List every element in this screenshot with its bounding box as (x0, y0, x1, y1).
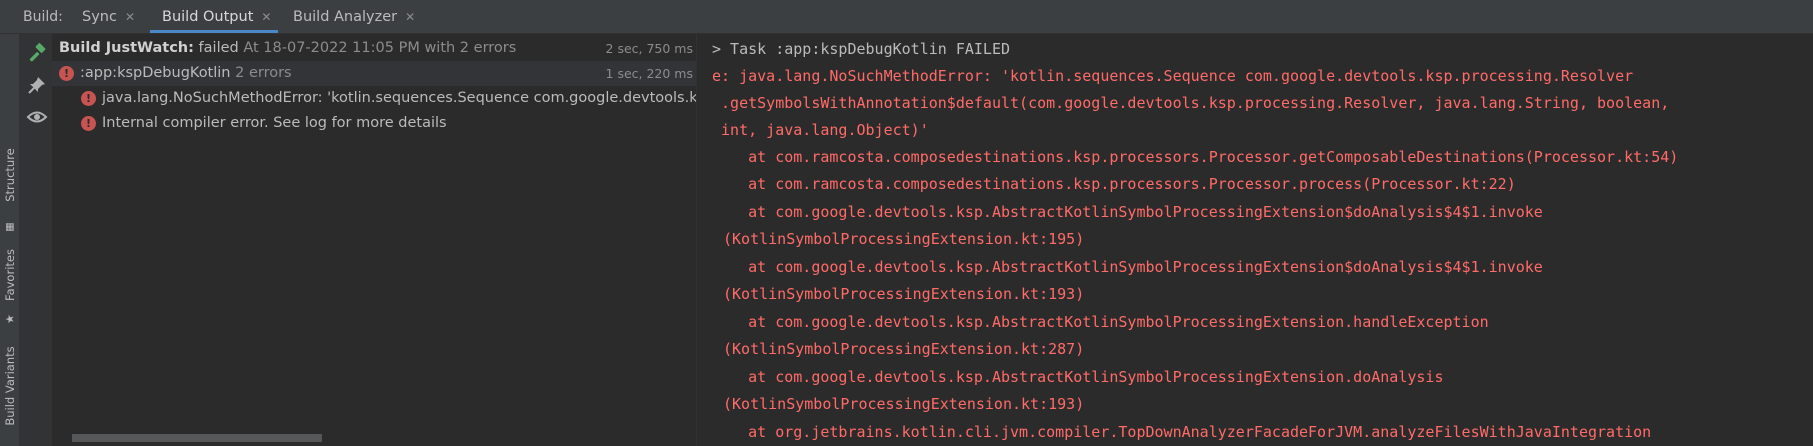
task-error-count: 2 errors (235, 65, 292, 81)
tab-sync[interactable]: Sync ✕ (82, 0, 135, 34)
error-message: java.lang.NoSuchMethodError: 'kotlin.seq… (102, 90, 697, 106)
tab-build-output[interactable]: Build Output ✕ (162, 0, 271, 34)
console-line: .getSymbolsWithAnnotation$default(com.go… (712, 94, 1670, 112)
tree-error-row[interactable]: Internal compiler error. See log for mor… (52, 111, 696, 136)
structure-tab[interactable]: Structure (0, 130, 20, 220)
task-name: :app:kspDebugKotlin (80, 65, 231, 81)
star-icon: ★ (3, 314, 17, 324)
build-console-output[interactable]: > Task :app:kspDebugKotlin FAILED e: jav… (698, 34, 1813, 446)
build-tab-bar: Build: Sync ✕ Build Output ✕ Build Analyze… (0, 0, 1813, 34)
console-line: (KotlinSymbolProcessingExtension.kt:193) (723, 395, 1085, 413)
active-tab-indicator (150, 30, 278, 33)
close-icon[interactable]: ✕ (125, 0, 135, 34)
console-line: (KotlinSymbolProcessingExtension.kt:195) (723, 230, 1085, 248)
favorites-tab-label: Favorites (3, 249, 17, 301)
error-icon (81, 116, 96, 131)
console-line: at com.google.devtools.ksp.AbstractKotli… (712, 313, 1489, 331)
favorites-tab[interactable]: Favorites (0, 230, 20, 320)
console-line: at com.ramcosta.composedestinations.ksp.… (712, 175, 1516, 193)
side-tool-strip: Structure ▦ Favorites ★ Build Variants (0, 34, 20, 446)
build-tree-panel: Build JustWatch: failed At 18-07-2022 11… (52, 34, 697, 446)
build-detail: At 18-07-2022 11:05 PM with 2 errors (243, 40, 517, 56)
console-line: at com.google.devtools.ksp.AbstractKotli… (712, 203, 1543, 221)
build-tool-column (20, 34, 52, 446)
console-line: (KotlinSymbolProcessingExtension.kt:193) (723, 285, 1085, 303)
structure-tab-label: Structure (3, 148, 17, 202)
console-line: e: java.lang.NoSuchMethodError: 'kotlin.… (712, 67, 1634, 85)
console-line: (KotlinSymbolProcessingExtension.kt:287) (723, 340, 1085, 358)
tab-build-analyzer[interactable]: Build Analyzer ✕ (293, 0, 415, 34)
close-icon[interactable]: ✕ (405, 0, 415, 34)
tree-task-row[interactable]: :app:kspDebugKotlin 2 errors 1 sec, 220 … (52, 61, 696, 86)
build-duration: 2 sec, 750 ms (605, 41, 693, 56)
tab-build-output-label: Build Output (162, 9, 254, 25)
task-duration: 1 sec, 220 ms (605, 66, 693, 81)
build-variants-tab[interactable]: Build Variants (0, 330, 20, 442)
error-message: Internal compiler error. See log for mor… (102, 115, 447, 131)
console-line: at com.google.devtools.ksp.AbstractKotli… (712, 258, 1543, 276)
console-line: int, java.lang.Object)' (712, 121, 929, 139)
tree-root-row[interactable]: Build JustWatch: failed At 18-07-2022 11… (52, 36, 696, 61)
horizontal-scrollbar[interactable] (72, 434, 322, 442)
hammer-icon[interactable] (26, 42, 48, 64)
tab-build-analyzer-label: Build Analyzer (293, 9, 398, 25)
eye-icon[interactable] (26, 106, 48, 128)
build-status: failed (198, 40, 239, 56)
build-window-label: Build: (23, 9, 63, 25)
tree-error-row[interactable]: java.lang.NoSuchMethodError: 'kotlin.seq… (52, 86, 697, 111)
error-icon (81, 91, 96, 106)
tab-sync-label: Sync (82, 9, 117, 25)
console-line: at com.google.devtools.ksp.AbstractKotli… (712, 368, 1444, 386)
console-line: at org.jetbrains.kotlin.cli.jvm.compiler… (712, 423, 1652, 441)
console-line: > Task :app:kspDebugKotlin FAILED (712, 40, 1011, 58)
console-line: at com.ramcosta.composedestinations.ksp.… (712, 148, 1679, 166)
build-variants-tab-label: Build Variants (3, 346, 17, 426)
build-title: Build JustWatch: (59, 40, 194, 56)
pin-icon[interactable] (26, 74, 48, 96)
error-icon (59, 66, 74, 81)
close-icon[interactable]: ✕ (261, 0, 271, 34)
